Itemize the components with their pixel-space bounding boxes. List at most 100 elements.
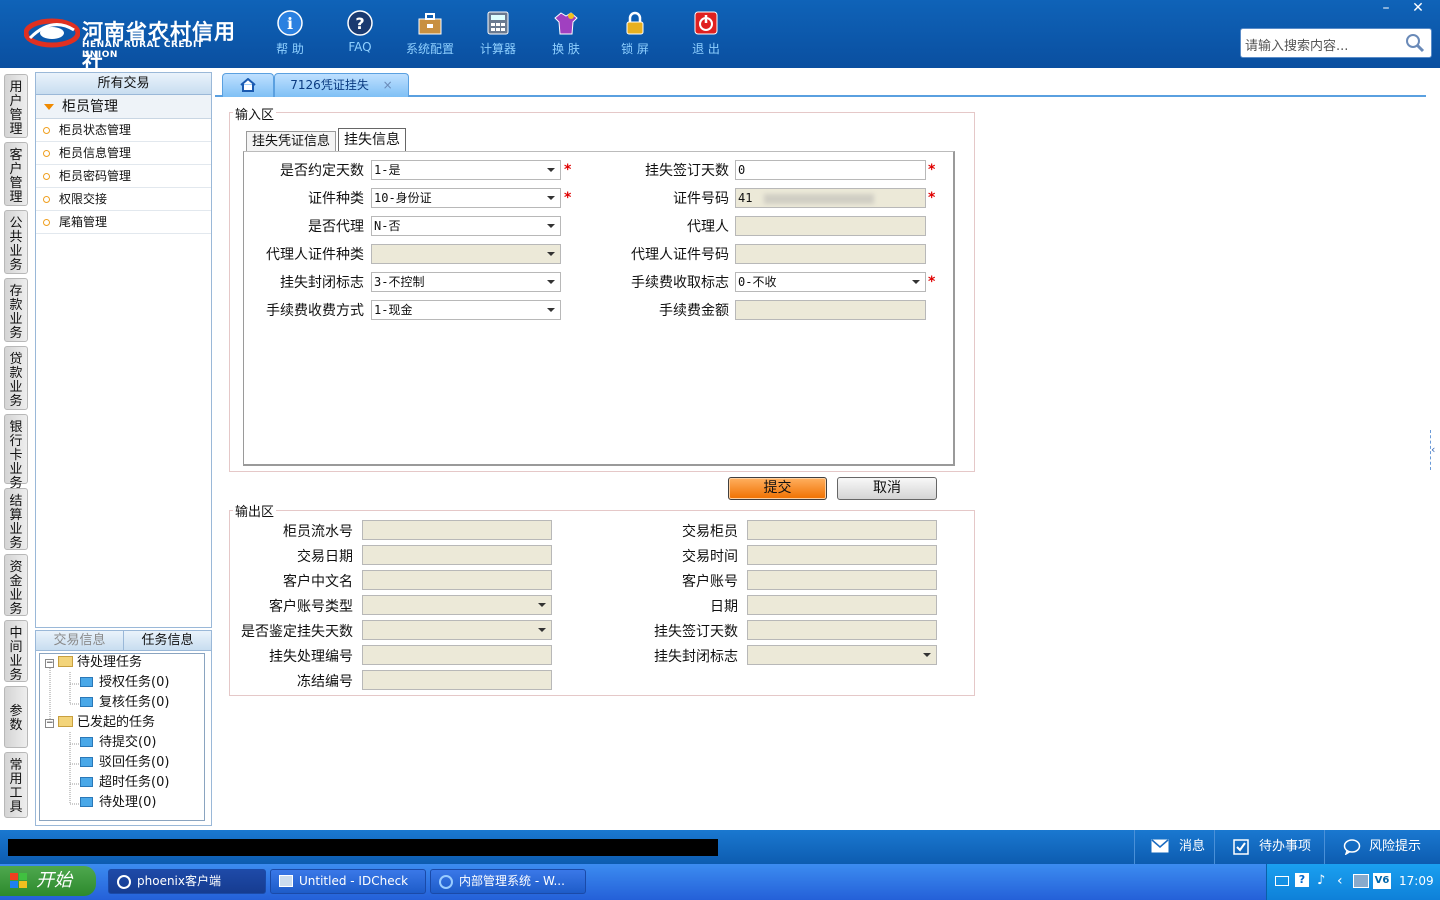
tab-home[interactable]	[222, 73, 274, 97]
module-tab-common-tools[interactable]: 常用工具	[4, 752, 28, 818]
id-type-select[interactable]: 10-身份证	[371, 188, 561, 208]
module-tab-public-business[interactable]: 公共业务	[4, 210, 28, 274]
loss-signed-days-input[interactable]: 0	[735, 160, 926, 180]
status-message-area	[8, 839, 718, 856]
tree-node-awaiting[interactable]: 待处理(0)	[80, 794, 156, 812]
exit-button[interactable]: 退 出	[674, 10, 738, 57]
task-icon	[80, 697, 93, 707]
tab-transaction-info[interactable]: 交易信息	[36, 631, 124, 650]
task-icon	[80, 737, 93, 747]
task-icon	[80, 677, 93, 687]
module-tab-user-management[interactable]: 用户管理	[4, 74, 28, 138]
collapse-toggle[interactable]: −	[45, 659, 54, 668]
menu-item-teller-status[interactable]: 柜员状态管理	[36, 119, 211, 142]
messages-button[interactable]: 消息	[1134, 830, 1214, 864]
tab-7126-voucher-loss[interactable]: 7126凭证挂失 ×	[274, 73, 409, 97]
taskbar-item-label: 内部管理系统 - W...	[459, 874, 565, 888]
todo-button[interactable]: 待办事项	[1214, 830, 1324, 864]
subtab-loss-voucher-info[interactable]: 挂失凭证信息	[246, 131, 337, 152]
module-tab-settlement[interactable]: 结算业务	[4, 488, 28, 551]
module-tab-deposit[interactable]: 存款业务	[4, 278, 28, 342]
taskbar-item-phoenix[interactable]: phoenix客户端	[108, 869, 266, 894]
app-header: 河南省农村信用社 HENAN RURAL CREDIT UNION i 帮 助 …	[0, 0, 1440, 74]
tree-node-rejected[interactable]: 驳回任务(0)	[80, 754, 169, 772]
menu-item-permission-handover[interactable]: 权限交接	[36, 188, 211, 211]
task-panel: 交易信息 任务信息 − 待处理任务 授权任务(0) 复核任务(0) − 已发起的…	[35, 630, 212, 826]
is-agent-select[interactable]: N-否	[371, 216, 561, 236]
risk-alert-button[interactable]: 风险提示	[1324, 830, 1440, 864]
task-panel-tabs: 交易信息 任务信息	[36, 631, 211, 651]
required-mark: *	[564, 162, 572, 178]
agent-id-type-select[interactable]	[371, 244, 561, 264]
taskbar-item-internal-system[interactable]: 内部管理系统 - W...	[430, 869, 586, 894]
label-fee-payment-method: 手续费收费方式	[266, 303, 364, 319]
module-tab-intermediary[interactable]: 中间业务	[4, 620, 28, 683]
module-tab-funds[interactable]: 资金业务	[4, 554, 28, 617]
search-icon[interactable]	[1405, 33, 1425, 53]
label-loss-signed-days: 挂失签订天数	[645, 163, 729, 179]
tab-task-info[interactable]: 任务信息	[124, 631, 211, 650]
tab-bar: 7126凭证挂失 ×	[215, 70, 1426, 97]
out-loss-closure-flag-output	[747, 645, 937, 665]
loss-closure-flag-select[interactable]: 3-不控制	[371, 272, 561, 292]
module-tab-bank-card[interactable]: 银行卡业务	[4, 414, 28, 491]
help-button[interactable]: i 帮 助	[258, 10, 322, 57]
tab-close-icon[interactable]: ×	[383, 78, 393, 92]
tree-node-review-tasks[interactable]: 复核任务(0)	[80, 694, 169, 712]
module-tab-loan[interactable]: 贷款业务	[4, 346, 28, 410]
chevron-left-icon[interactable]: ‹	[1337, 873, 1343, 889]
calculator-button[interactable]: 计算器	[466, 10, 530, 57]
app-icon	[117, 875, 131, 889]
tree-node-auth-tasks[interactable]: 授权任务(0)	[80, 674, 169, 692]
module-tab-parameters[interactable]: 参数	[4, 686, 28, 748]
agent-id-number-input[interactable]	[735, 244, 926, 264]
network-icon[interactable]	[1353, 874, 1369, 888]
menu-item-teller-info[interactable]: 柜员信息管理	[36, 142, 211, 165]
tree-node-pending-tasks[interactable]: 待处理任务	[58, 654, 142, 672]
system-config-button[interactable]: 系统配置	[398, 10, 462, 57]
module-tab-customer-management[interactable]: 客户管理	[4, 142, 28, 206]
subtab-loss-info[interactable]: 挂失信息	[338, 128, 406, 152]
skin-button[interactable]: 换 肤	[534, 10, 598, 57]
fee-payment-method-select[interactable]: 1-现金	[371, 300, 561, 320]
id-number-input[interactable]: 41	[735, 188, 926, 208]
menu-group-teller-management[interactable]: 柜员管理	[36, 95, 211, 119]
folder-open-icon	[58, 656, 73, 667]
minimize-button[interactable]: –	[1370, 0, 1402, 18]
tree-node-initiated-tasks[interactable]: 已发起的任务	[58, 714, 155, 732]
chat-icon	[1343, 839, 1361, 855]
volume-icon[interactable]: ♪	[1317, 873, 1325, 888]
help-tray-icon[interactable]: ?	[1295, 873, 1309, 887]
label-agent-id-number: 代理人证件号码	[631, 247, 729, 263]
input-area-legend: 输入区	[233, 104, 277, 123]
tree-node-to-submit[interactable]: 待提交(0)	[80, 734, 156, 752]
cancel-button[interactable]: 取消	[837, 477, 937, 500]
collapse-right-icon[interactable]: ‹	[1430, 430, 1438, 470]
vpn-icon[interactable]: V6	[1373, 873, 1391, 889]
label-agreed-days: 是否约定天数	[280, 163, 364, 179]
lock-screen-button[interactable]: 锁 屏	[603, 10, 667, 57]
task-icon	[80, 777, 93, 787]
keyboard-icon[interactable]	[1275, 876, 1289, 886]
agreed-days-select[interactable]: 1-是	[371, 160, 561, 180]
required-mark: *	[928, 190, 936, 206]
required-mark: *	[928, 162, 936, 178]
search-input[interactable]: 请输入搜索内容...	[1240, 28, 1432, 58]
home-icon	[240, 77, 256, 92]
close-window-button[interactable]: ✕	[1402, 0, 1434, 18]
fee-amount-input[interactable]	[735, 300, 926, 320]
window-controls: – ✕	[1370, 0, 1434, 18]
taskbar-item-idcheck[interactable]: Untitled - IDCheck	[270, 869, 426, 894]
collapse-toggle[interactable]: −	[45, 719, 54, 728]
faq-button[interactable]: ? FAQ	[328, 10, 392, 54]
tree-node-label: 待提交(0)	[99, 735, 157, 750]
menu-item-label: 尾箱管理	[59, 215, 108, 229]
agent-input[interactable]	[735, 216, 926, 236]
submit-button[interactable]: 提交	[728, 477, 827, 500]
tree-node-timeout[interactable]: 超时任务(0)	[80, 774, 169, 792]
menu-item-cash-box[interactable]: 尾箱管理	[36, 211, 211, 234]
start-button[interactable]: 开始	[0, 866, 96, 896]
fee-collection-flag-select[interactable]: 0-不收	[735, 272, 926, 292]
trans-date-output	[362, 545, 552, 565]
menu-item-teller-password[interactable]: 柜员密码管理	[36, 165, 211, 188]
